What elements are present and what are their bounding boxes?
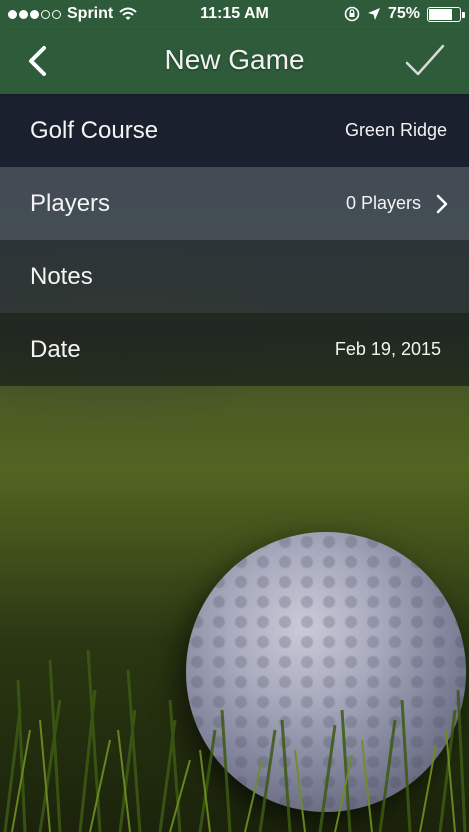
grass-image: [3, 649, 467, 832]
status-bar: Sprint 11:15 AM 75%: [0, 0, 469, 30]
date-row[interactable]: Date Feb 19, 2015: [0, 313, 469, 386]
date-value: Feb 19, 2015: [334, 339, 441, 359]
golf-course-value: Green Ridge: [344, 120, 447, 140]
players-value: 0 Players: [345, 193, 421, 213]
players-value-group: 0 Players: [346, 193, 449, 215]
status-right: 75%: [344, 5, 465, 23]
new-game-form: Golf Course Green Ridge Players 0 Player…: [0, 94, 469, 386]
checkmark-icon: [405, 44, 445, 76]
players-label: Players: [30, 189, 111, 217]
done-button[interactable]: [403, 42, 447, 80]
date-label: Date: [30, 335, 81, 363]
page-title: New Game: [164, 44, 305, 75]
players-row[interactable]: Players 0 Players: [0, 167, 469, 240]
battery-icon: [427, 6, 465, 22]
notes-label: Notes: [30, 262, 93, 290]
golf-course-label: Golf Course: [30, 116, 159, 144]
battery-percent: 75%: [387, 5, 420, 22]
chevron-right-icon: [436, 194, 448, 213]
notes-row[interactable]: Notes: [0, 240, 469, 313]
orientation-lock-icon: [344, 6, 360, 22]
navigation-bar: New Game: [0, 30, 469, 94]
golf-course-row[interactable]: Golf Course Green Ridge: [0, 94, 469, 167]
location-arrow-icon: [367, 8, 380, 20]
